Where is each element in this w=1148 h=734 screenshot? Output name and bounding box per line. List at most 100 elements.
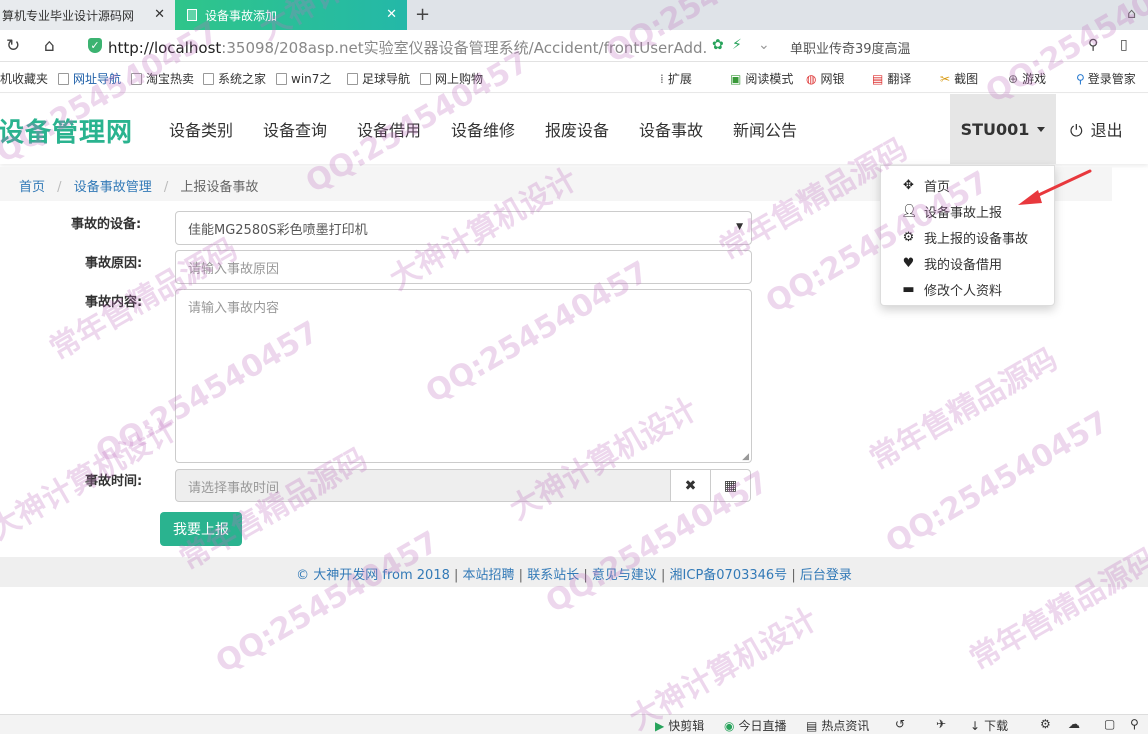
chevron-down-icon[interactable]: ⌄ <box>758 37 770 53</box>
dropdown-item-my-borrows[interactable]: ♥ 我的设备借用 <box>881 250 1054 276</box>
live-icon: ◉ <box>724 719 735 733</box>
content-placeholder: 请输入事故内容 <box>188 301 280 316</box>
status-quick-clip[interactable]: ▶ 快剪辑 <box>655 717 704 734</box>
site-brand[interactable]: 设备管理网 <box>0 112 133 149</box>
nav-device-borrow[interactable]: 设备借用 <box>357 117 421 141</box>
bookmark-item[interactable]: 网址导航 <box>58 70 121 87</box>
clear-time-button[interactable]: ✖ <box>670 469 711 502</box>
nav-news[interactable]: 新闻公告 <box>733 117 797 141</box>
footer-copyright[interactable]: © 大神开发网 from 2018 <box>296 568 450 583</box>
breadcrumb-current: 上报设备事故 <box>180 180 259 195</box>
grid-icon: ⁞ <box>660 71 664 86</box>
url-input[interactable]: http://localhost:35098/208asp.net实验室仪器设备… <box>108 37 708 58</box>
watermark-text: QQ:254540457 <box>210 524 445 681</box>
browser-tab-2-label: 设备事故添加 <box>205 8 278 23</box>
device-select[interactable]: 佳能MG2580S彩色喷墨打印机 ▼ <box>175 211 752 245</box>
nav-device-category[interactable]: 设备类别 <box>169 117 233 141</box>
breadcrumb-home[interactable]: 首页 <box>19 180 45 195</box>
status-zoom-icon[interactable]: ⚲ <box>1130 717 1139 731</box>
site-footer: © 大神开发网 from 2018 | 本站招聘 | 联系站长 | 意见与建议 … <box>0 557 1148 587</box>
status-download[interactable]: ↓ 下载 <box>970 717 1008 734</box>
lightning-icon[interactable]: ⚡ <box>732 37 742 53</box>
toolbar-login[interactable]: ⚲ 登录管家 <box>1076 70 1136 87</box>
bookmarks-bar: 机收藏夹 网址导航 淘宝热卖 系统之家 win7之 足球导航 网上购物 ⁞ 扩展 … <box>0 63 1148 93</box>
document-icon <box>187 9 197 21</box>
news-icon: ▤ <box>806 719 818 733</box>
new-tab-icon[interactable]: + <box>415 4 430 25</box>
address-bar: ↻ ⌂ ✓ http://localhost:35098/208asp.net实… <box>0 30 1148 62</box>
footer-link-jobs[interactable]: 本站招聘 <box>463 568 515 583</box>
dropdown-item-edit-profile[interactable]: ▬ 修改个人资料 <box>881 276 1054 302</box>
toolbar-games[interactable]: ⊕ 游戏 <box>1008 70 1046 87</box>
search-icon[interactable]: ⚲ <box>1088 37 1098 53</box>
content-label: 事故内容: <box>85 295 143 310</box>
speed-icon[interactable]: ✿ <box>712 37 724 53</box>
nav-device-query[interactable]: 设备查询 <box>263 117 327 141</box>
select-arrow-icon: ▼ <box>736 222 743 232</box>
device-select-value: 佳能MG2580S彩色喷墨打印机 <box>188 223 368 238</box>
url-host: http://localhost <box>108 39 222 57</box>
close-icon[interactable]: ✕ <box>154 7 165 22</box>
reason-input[interactable]: 请输入事故原因 <box>175 250 752 284</box>
bookmark-item[interactable]: 网上购物 <box>420 70 483 87</box>
footer-link-admin-login[interactable]: 后台登录 <box>800 568 852 583</box>
time-label: 事故时间: <box>85 474 143 489</box>
page-icon <box>347 72 358 85</box>
status-pin-icon[interactable]: ✈ <box>936 717 946 731</box>
toolbar-reader[interactable]: ▣ 阅读模式 <box>730 70 793 87</box>
bookmark-item[interactable]: 淘宝热卖 <box>131 70 194 87</box>
page-icon <box>131 72 142 85</box>
bookmark-item[interactable]: win7之 <box>276 70 331 87</box>
breadcrumb-section[interactable]: 设备事故管理 <box>74 180 152 195</box>
shield-icon: ✓ <box>88 38 102 53</box>
toolbar-translate[interactable]: ▤ 翻译 <box>872 70 911 87</box>
calendar-icon: ▦ <box>723 477 738 494</box>
status-news[interactable]: ▤ 热点资讯 <box>806 717 869 734</box>
download-icon: ↓ <box>970 719 981 733</box>
skin-icon[interactable]: ⌂ <box>1127 6 1136 22</box>
time-placeholder: 请选择事故时间 <box>188 481 280 496</box>
home-icon[interactable]: ⌂ <box>44 36 55 56</box>
nav-device-repair[interactable]: 设备维修 <box>451 117 515 141</box>
footer-link-contact[interactable]: 联系站长 <box>527 568 579 583</box>
toolbar-extensions[interactable]: ⁞ 扩展 <box>660 70 692 87</box>
toolbar-screenshot[interactable]: ✂ 截图 <box>940 70 978 87</box>
reason-placeholder: 请输入事故原因 <box>188 262 280 277</box>
content-textarea[interactable]: 请输入事故内容 ◢ <box>175 289 752 463</box>
logout-link[interactable]: ⏻ 退出 <box>1070 117 1123 141</box>
gamepad-icon: ⊕ <box>1008 71 1019 86</box>
status-refresh-icon[interactable]: ↺ <box>895 717 905 731</box>
search-input[interactable]: 单职业传奇39度高温 <box>790 38 911 57</box>
caret-down-icon <box>1037 126 1046 132</box>
status-tools-icon[interactable]: ⚙ <box>1040 717 1051 731</box>
footer-link-icp[interactable]: 湘ICP备0703346号 <box>670 568 788 583</box>
bookmark-item[interactable]: 系统之家 <box>203 70 266 87</box>
refresh-icon[interactable]: ↻ <box>6 36 20 56</box>
phone-icon[interactable]: ▯ <box>1120 37 1128 53</box>
browser-status-bar: ▶ 快剪辑 ◉ 今日直播 ▤ 热点资讯 ↺ ✈ ↓ 下载 ⚙ ☁ ▢ ⚲ <box>0 714 1148 734</box>
resize-handle-icon[interactable]: ◢ <box>742 452 749 462</box>
site-navbar: 设备管理网 设备类别 设备查询 设备借用 设备维修 报废设备 设备事故 新闻公告… <box>0 94 1148 164</box>
time-input[interactable]: 请选择事故时间 <box>175 469 671 502</box>
browser-tab-1[interactable]: 算机专业毕业设计源码网 ✕ <box>0 0 175 30</box>
status-cloud-icon[interactable]: ☁ <box>1068 717 1080 731</box>
card-icon: ▬ <box>902 281 915 297</box>
device-label: 事故的设备: <box>71 217 142 232</box>
close-icon[interactable]: ✕ <box>386 7 397 22</box>
footer-link-feedback[interactable]: 意见与建议 <box>592 568 657 583</box>
browser-tab-2[interactable]: 设备事故添加 ✕ <box>175 0 407 30</box>
submit-report-button[interactable]: 我要上报 <box>160 512 242 546</box>
dropdown-item-my-accidents[interactable]: ⚙ 我上报的设备事故 <box>881 224 1054 250</box>
status-live[interactable]: ◉ 今日直播 <box>724 717 787 734</box>
calendar-button[interactable]: ▦ <box>710 469 751 502</box>
status-window-icon[interactable]: ▢ <box>1104 717 1115 731</box>
user-menu-toggle[interactable]: STU001 <box>950 94 1056 164</box>
nav-scrapped-device[interactable]: 报废设备 <box>545 117 609 141</box>
toolbar-bank[interactable]: ◍ 网银 <box>806 70 845 87</box>
book-icon: ▣ <box>730 71 742 86</box>
bookmark-item[interactable]: 足球导航 <box>347 70 410 87</box>
bookmark-item[interactable]: 机收藏夹 <box>0 70 48 87</box>
breadcrumb-separator: / <box>57 180 62 195</box>
nav-device-accident[interactable]: 设备事故 <box>639 117 703 141</box>
browser-tab-bar: 算机专业毕业设计源码网 ✕ 设备事故添加 ✕ + ⌂ <box>0 0 1148 30</box>
